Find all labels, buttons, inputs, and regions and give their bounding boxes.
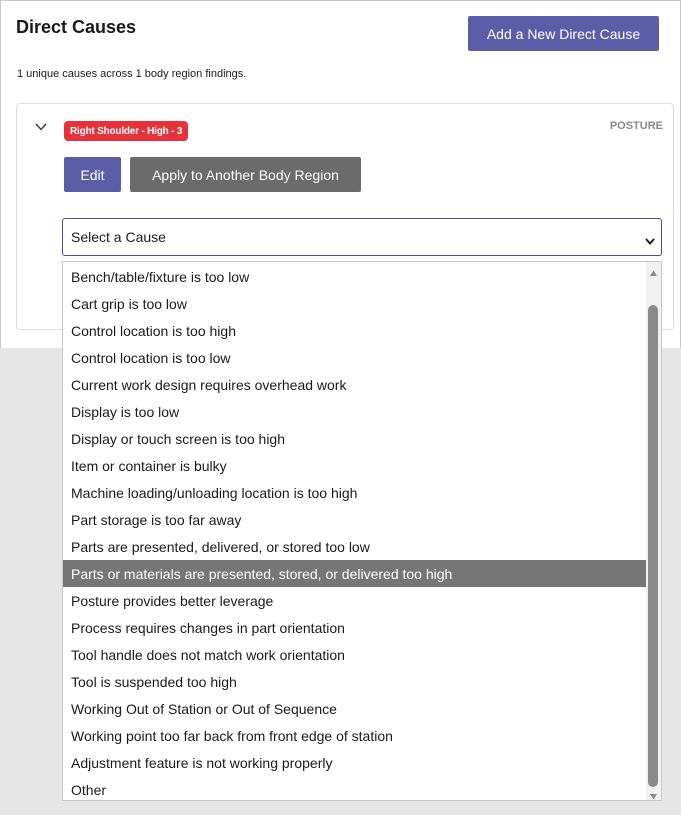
cause-option[interactable]: Other [63, 776, 647, 800]
cause-option[interactable]: Part storage is too far away [63, 506, 647, 533]
cause-option[interactable]: Control location is too low [63, 344, 647, 371]
cause-option[interactable]: Control location is too high [63, 317, 647, 344]
cause-option[interactable]: Display is too low [63, 398, 647, 425]
cause-option[interactable]: Tool handle does not match work orientat… [63, 641, 647, 668]
scrollbar[interactable] [646, 262, 661, 800]
chevron-down-icon[interactable] [34, 120, 48, 134]
cause-option[interactable]: Working Out of Station or Out of Sequenc… [63, 695, 647, 722]
cause-select[interactable]: Select a Cause [62, 218, 662, 256]
cause-select-value: Select a Cause [71, 229, 166, 245]
cause-option[interactable]: Cart grip is too low [63, 290, 647, 317]
edit-button[interactable]: Edit [64, 157, 121, 192]
cause-option[interactable]: Bench/table/fixture is too low [63, 263, 647, 290]
cause-option[interactable]: Working point too far back from front ed… [63, 722, 647, 749]
summary-text: 1 unique causes across 1 body region fin… [17, 68, 247, 80]
cause-option[interactable]: Parts or materials are presented, stored… [63, 560, 647, 587]
cause-option[interactable]: Item or container is bulky [63, 452, 647, 479]
apply-to-body-region-button[interactable]: Apply to Another Body Region [130, 157, 361, 192]
cause-option[interactable]: Process requires changes in part orienta… [63, 614, 647, 641]
cause-dropdown-list[interactable]: Bench/table/fixture is too low Cart grip … [62, 261, 662, 801]
risk-badge: Right Shoulder - High - 3 [64, 121, 189, 141]
category-label: POSTURE [609, 120, 663, 132]
cause-option[interactable]: Machine loading/unloading location is to… [63, 479, 647, 506]
cause-option[interactable]: Posture provides better leverage [63, 587, 647, 614]
scrollbar-thumb[interactable] [648, 305, 658, 787]
cause-option[interactable]: Parts are presented, delivered, or store… [63, 533, 647, 560]
chevron-down-icon [645, 233, 655, 245]
page-title: Direct Causes [16, 17, 137, 37]
cause-option[interactable]: Display or touch screen is too high [63, 425, 647, 452]
cause-option[interactable]: Adjustment feature is not working proper… [63, 749, 647, 776]
cause-option[interactable]: Tool is suspended too high [63, 668, 647, 695]
cause-option[interactable]: Current work design requires overhead wo… [63, 371, 647, 398]
scroll-down-icon[interactable] [649, 788, 658, 800]
add-direct-cause-button[interactable]: Add a New Direct Cause [468, 16, 659, 51]
scroll-up-icon[interactable] [649, 265, 658, 276]
